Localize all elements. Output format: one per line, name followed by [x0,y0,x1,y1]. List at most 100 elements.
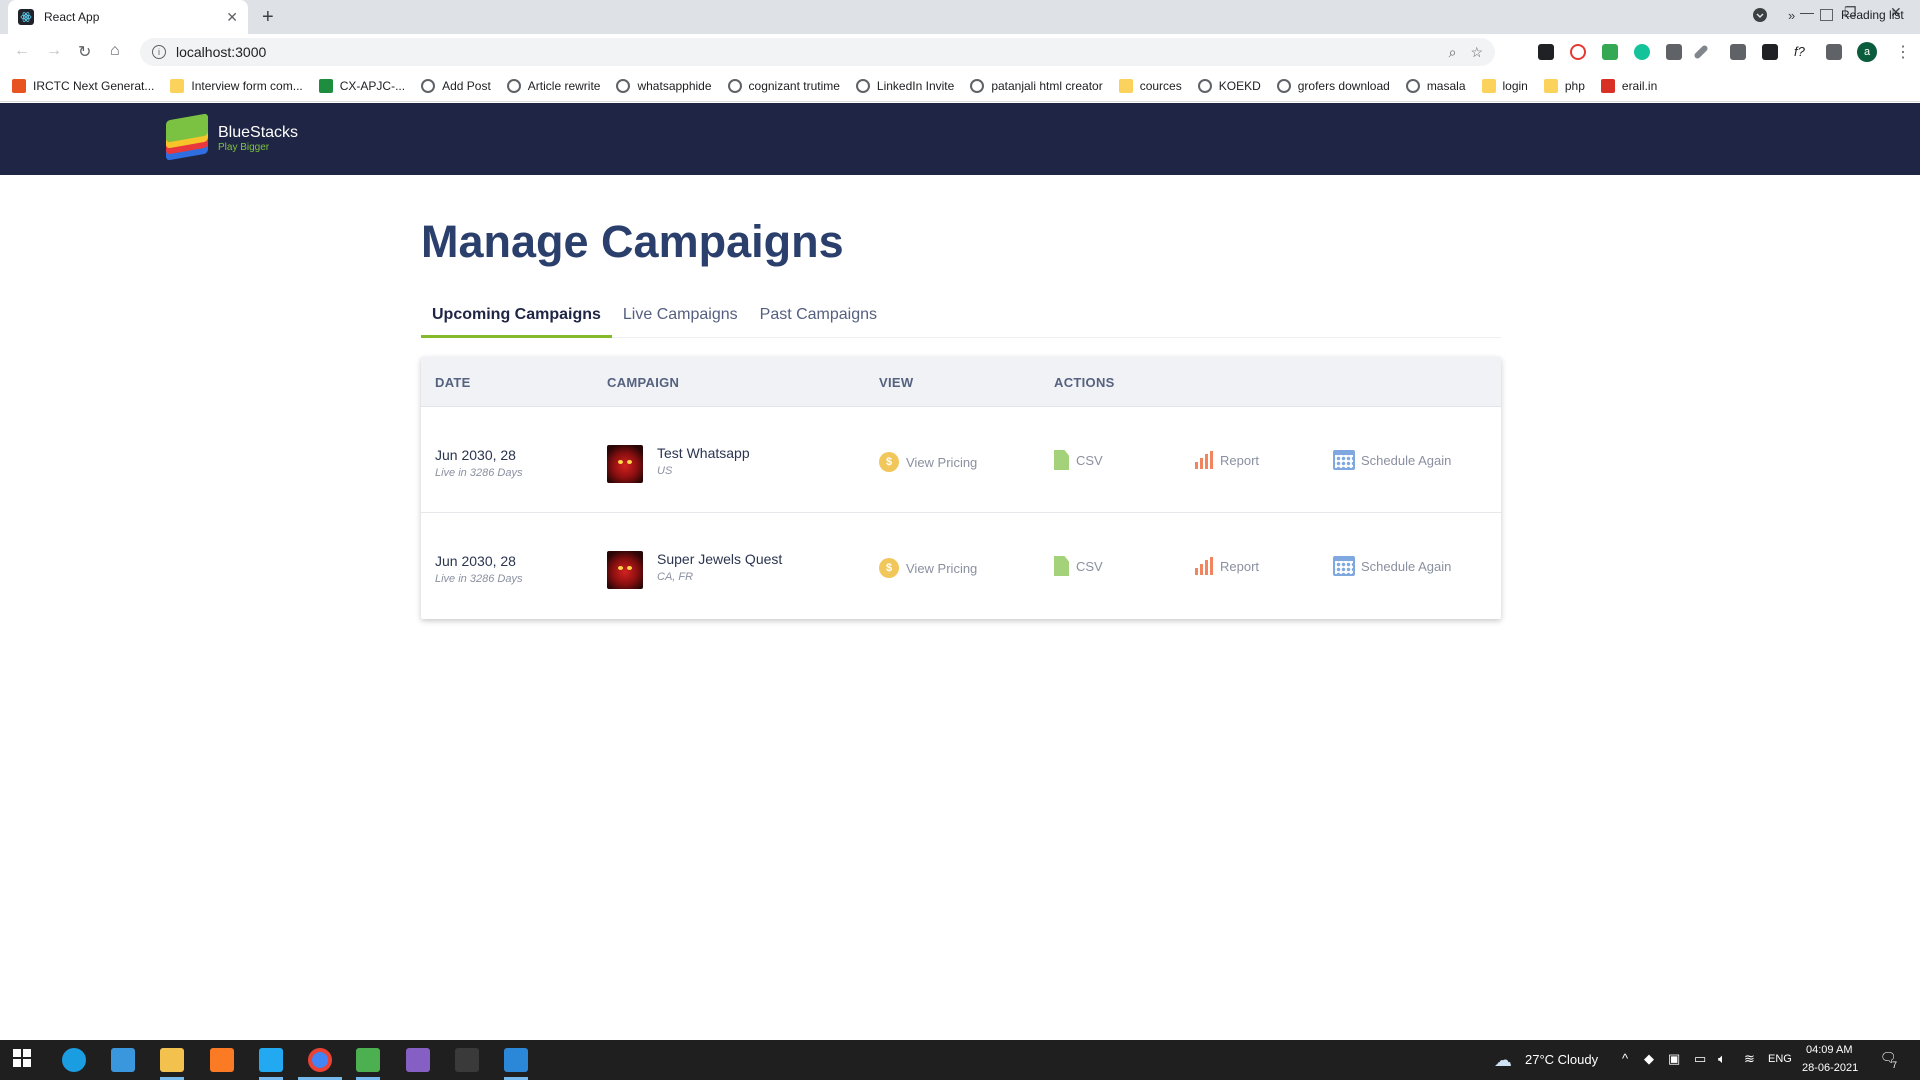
defender-icon[interactable]: ◆ [1644,1051,1654,1067]
extension-icon[interactable] [1538,44,1554,60]
bookmark-label: cources [1139,78,1182,93]
bookmark-item[interactable]: LinkedIn Invite [855,78,955,93]
folder-icon [170,78,185,93]
bookmark-item[interactable]: login [1481,78,1528,93]
address-bar[interactable]: i localhost:3000 ⌕ ☆ [140,38,1495,66]
bookmarks-more-icon[interactable]: » [1788,8,1795,23]
schedule-again-button[interactable]: Schedule Again [1333,450,1451,470]
campaign-countdown: Live in 3286 Days [435,573,523,585]
clock-date[interactable]: 28-06-2021 [1802,1062,1858,1074]
photos-icon[interactable] [504,1048,528,1072]
bookmark-star-icon[interactable]: ☆ [1470,44,1483,61]
bookmark-item[interactable]: whatsapphide [616,78,712,93]
bar-chart-icon [1194,451,1214,469]
back-icon[interactable]: ← [14,42,30,60]
weather-text[interactable]: 27°C Cloudy [1525,1052,1598,1067]
visual-studio-icon[interactable] [406,1048,430,1072]
bookmark-label: Article rewrite [527,78,601,93]
ninja-extension-icon[interactable] [1762,44,1778,60]
bookmark-item[interactable]: IRCTC Next Generat... [12,78,155,93]
info-extension-icon[interactable] [1730,44,1746,60]
new-tab-icon[interactable]: + [262,6,274,29]
csv-label: CSV [1076,558,1103,574]
edge-icon[interactable] [62,1048,86,1072]
notion-icon[interactable] [455,1048,479,1072]
dollar-coin-icon: $ [879,452,899,472]
windows-start-icon[interactable] [12,1048,36,1072]
tab-live-campaigns[interactable]: Live Campaigns [612,296,749,338]
bookmark-item[interactable]: masala [1405,78,1466,93]
opera-extension-icon[interactable] [1570,44,1586,60]
code-extension-icon[interactable] [1666,44,1682,60]
battery-icon[interactable]: ▭ [1694,1051,1706,1067]
reading-list[interactable]: Reading list [1820,8,1904,22]
bookmark-label: IRCTC Next Generat... [33,78,155,93]
calendar-icon [1333,450,1355,470]
reading-list-label: Reading list [1841,8,1904,22]
report-button[interactable]: Report [1194,557,1259,575]
csv-file-icon [1054,556,1069,576]
csv-button[interactable]: CSV [1054,450,1103,470]
campaign-name: Super Jewels Quest [657,551,783,567]
file-explorer-icon[interactable] [160,1048,184,1072]
tab-close-icon[interactable]: ✕ [226,9,238,26]
brand-tagline: Play Bigger [218,141,270,153]
bookmark-favicon-icon [12,78,26,93]
view-pricing-button[interactable]: $ View Pricing [879,558,977,578]
table-row: Jun 2030, 28 Live in 3286 Days Super Jew… [421,513,1501,619]
minimize-icon[interactable]: — [1800,4,1814,20]
tab-upcoming-campaigns[interactable]: Upcoming Campaigns [421,296,612,338]
bookmark-item[interactable]: Article rewrite [506,78,601,93]
bookmark-label: masala [1426,78,1466,93]
bookmark-item[interactable]: grofers download [1276,78,1390,93]
grammarly-icon[interactable] [1634,44,1650,60]
bluestacks-logo[interactable]: BlueStacks Play Bigger [164,113,298,161]
wifi-icon[interactable]: ≋ [1744,1051,1755,1067]
store-icon[interactable] [111,1048,135,1072]
bookmark-item[interactable]: cources [1118,78,1182,93]
tray-chevron-icon[interactable]: ^ [1622,1051,1628,1066]
url-text[interactable]: localhost:3000 [176,44,1435,60]
bookmark-label: LinkedIn Invite [876,78,955,93]
bookmark-label: Interview form com... [191,78,303,93]
globe-icon [1276,78,1291,93]
view-pricing-button[interactable]: $ View Pricing [879,452,977,472]
zoom-icon[interactable]: ⌕ [1449,44,1457,61]
home-icon[interactable]: ⌂ [110,42,120,60]
clock-time[interactable]: 04:09 AM [1806,1044,1852,1056]
reload-icon[interactable]: ↻ [78,42,91,62]
profile-dropdown-icon[interactable] [1752,7,1768,26]
column-header-campaign: CAMPAIGN [607,375,680,390]
vscode-icon[interactable] [259,1048,283,1072]
profile-avatar[interactable]: a [1857,42,1877,62]
bookmark-item[interactable]: Interview form com... [170,78,303,93]
bookmark-item[interactable]: cognizant trutime [727,78,840,93]
globe-icon [421,78,436,93]
bookmark-item[interactable]: patanjali html creator [970,78,1103,93]
csv-button[interactable]: CSV [1054,556,1103,576]
volume-icon[interactable]: 🔈︎ [1718,1051,1726,1067]
bookmark-item[interactable]: php [1543,78,1585,93]
forward-icon[interactable]: → [46,42,62,60]
report-button[interactable]: Report [1194,451,1259,469]
tab-title: React App [44,10,100,24]
network-tray-icon[interactable]: ▣ [1668,1051,1680,1067]
schedule-again-button[interactable]: Schedule Again [1333,556,1451,576]
site-info-icon[interactable]: i [152,45,166,59]
page-title: Manage Campaigns [421,216,844,267]
bookmark-item[interactable]: Add Post [421,78,491,93]
eyedropper-icon[interactable] [1693,44,1709,60]
xampp-icon[interactable] [210,1048,234,1072]
bookmark-item[interactable]: KOEKD [1197,78,1261,93]
screen-extension-icon[interactable] [1602,44,1618,60]
notepad-icon[interactable] [356,1048,380,1072]
menu-dots-icon[interactable]: ⋮ [1895,42,1911,62]
chrome-icon[interactable] [308,1048,332,1072]
language-indicator[interactable]: ENG [1768,1053,1792,1065]
browser-tab[interactable]: React App ✕ [8,0,248,34]
puzzle-icon[interactable] [1826,44,1842,60]
formula-extension-icon[interactable]: f? [1794,44,1810,60]
tab-past-campaigns[interactable]: Past Campaigns [749,296,888,338]
bookmark-item[interactable]: erail.in [1600,78,1657,93]
bookmark-item[interactable]: CX-APJC-... [318,78,405,93]
